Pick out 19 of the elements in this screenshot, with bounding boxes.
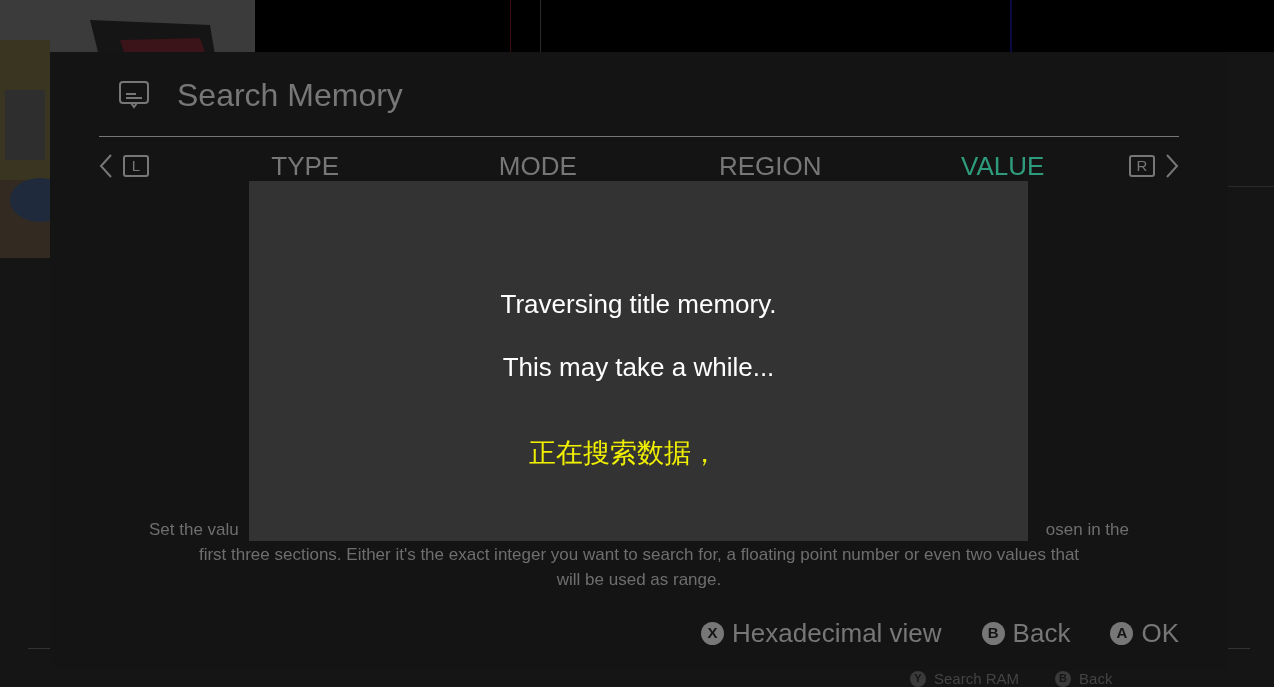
dialog-note: 正在搜索数据， [529, 436, 718, 470]
chevron-right-icon[interactable] [1165, 153, 1179, 179]
button-glyph-icon: X [701, 621, 725, 645]
message-icon [119, 81, 149, 109]
action-label[interactable]: Back [1012, 613, 1071, 653]
action-label[interactable]: Hexadecimal view [732, 613, 942, 653]
dialog-message: Traversing title memory. [500, 288, 777, 321]
button-glyph-icon: A [1110, 621, 1134, 645]
action-label[interactable]: OK [1141, 613, 1179, 653]
shoulder-button-icon: R [1129, 155, 1155, 177]
description-text: Set the valu [149, 519, 239, 541]
description-text: first three sections. Either it's the exact integer you want to search for, a floating point number or even two values that [198, 544, 1080, 566]
button-glyph-icon: B [981, 621, 1005, 645]
shoulder-button-icon: L [123, 155, 149, 177]
description-text: osen in the [1045, 519, 1129, 541]
dialog-message: This may take a while... [502, 351, 775, 384]
panel-title: Search Memory [177, 76, 403, 115]
description-text: will be used as range. [556, 569, 722, 591]
chevron-left-icon[interactable] [99, 153, 113, 179]
